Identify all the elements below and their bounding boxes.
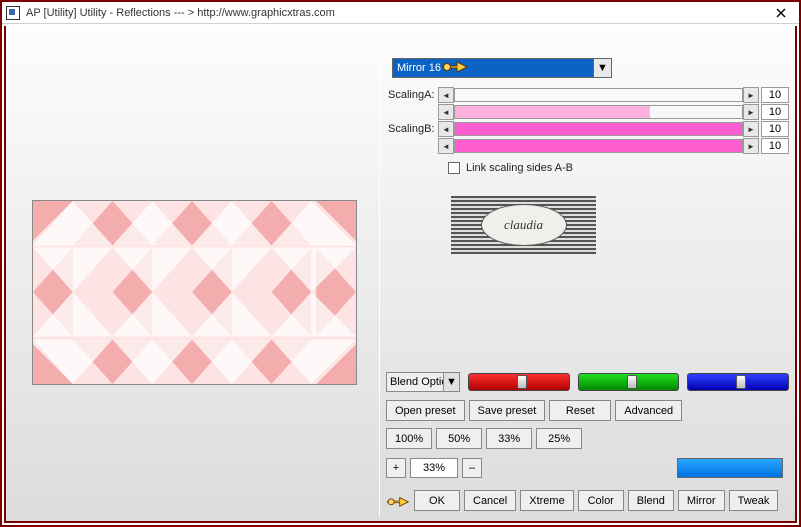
slider-thumb[interactable]: [627, 375, 637, 389]
scaling-a2-track[interactable]: [454, 105, 743, 119]
pointing-hand-icon: [441, 57, 469, 75]
app-icon: [6, 6, 20, 20]
scaling-b1-track[interactable]: [454, 122, 743, 136]
save-preset-button[interactable]: Save preset: [469, 400, 546, 421]
slider-thumb[interactable]: [517, 375, 527, 389]
tweak-button[interactable]: Tweak: [729, 490, 779, 511]
close-button[interactable]: [767, 4, 795, 22]
green-slider[interactable]: [578, 373, 680, 391]
branding-logo: claudia: [451, 196, 596, 254]
slider-left-arrow[interactable]: ◄: [438, 121, 454, 137]
color-button[interactable]: Color: [578, 490, 624, 511]
scaling-a2-value[interactable]: 10: [761, 104, 789, 120]
slider-left-arrow[interactable]: ◄: [438, 87, 454, 103]
window-frame: AP [Utility] Utility - Reflections --- >…: [0, 0, 801, 527]
red-slider[interactable]: [468, 373, 570, 391]
slider-right-arrow[interactable]: ►: [743, 87, 759, 103]
cancel-button[interactable]: Cancel: [464, 490, 516, 511]
advanced-button[interactable]: Advanced: [615, 400, 682, 421]
xtreme-button[interactable]: Xtreme: [520, 490, 573, 511]
left-pane: [10, 30, 380, 517]
scaling-b-label: ScalingB:: [386, 123, 438, 135]
scaling-a1-track[interactable]: [454, 88, 743, 102]
window-title: AP [Utility] Utility - Reflections --- >…: [26, 7, 767, 19]
reset-button[interactable]: Reset: [549, 400, 611, 421]
preview-image: [32, 200, 357, 385]
mode-dropdown[interactable]: Mirror 16 ▼: [392, 58, 612, 78]
slider-right-arrow[interactable]: ►: [743, 138, 759, 154]
slider-right-arrow[interactable]: ►: [743, 121, 759, 137]
link-scaling-label: Link scaling sides A-B: [466, 162, 573, 174]
open-preset-button[interactable]: Open preset: [386, 400, 465, 421]
blend-options-dropdown[interactable]: Blend Optio ▼: [386, 372, 460, 392]
zoom-25-button[interactable]: 25%: [536, 428, 582, 449]
mode-dropdown-value: Mirror 16: [397, 62, 441, 74]
scaling-b1-value[interactable]: 10: [761, 121, 789, 137]
slider-right-arrow[interactable]: ►: [743, 104, 759, 120]
blend-button[interactable]: Blend: [628, 490, 674, 511]
blue-slider[interactable]: [687, 373, 789, 391]
titlebar: AP [Utility] Utility - Reflections --- >…: [2, 2, 799, 24]
chevron-down-icon: ▼: [593, 59, 611, 77]
zoom-100-button[interactable]: 100%: [386, 428, 432, 449]
link-scaling-checkbox[interactable]: [448, 162, 460, 174]
zoom-plus-button[interactable]: +: [386, 458, 406, 478]
scaling-a-label: ScalingA:: [386, 89, 438, 101]
zoom-minus-button[interactable]: –: [462, 458, 482, 478]
slider-left-arrow[interactable]: ◄: [438, 138, 454, 154]
color-swatch[interactable]: [677, 458, 783, 478]
slider-thumb[interactable]: [736, 375, 746, 389]
zoom-50-button[interactable]: 50%: [436, 428, 482, 449]
zoom-33-button[interactable]: 33%: [486, 428, 532, 449]
pointing-hand-icon: [386, 492, 410, 510]
scaling-sliders: ScalingA: ◄ ► 10 ◄ ► 10 ScalingB: ◄: [386, 86, 789, 174]
chevron-down-icon: ▼: [443, 373, 459, 391]
logo-text: claudia: [481, 204, 567, 246]
zoom-value[interactable]: 33%: [410, 458, 458, 478]
scaling-b2-track[interactable]: [454, 139, 743, 153]
mirror-button[interactable]: Mirror: [678, 490, 725, 511]
scaling-a1-value[interactable]: 10: [761, 87, 789, 103]
scaling-b2-value[interactable]: 10: [761, 138, 789, 154]
ok-button[interactable]: OK: [414, 490, 460, 511]
right-pane: Mirror 16 ▼ ScalingA: ◄ ► 10 ◄: [386, 30, 789, 517]
client-area: Mirror 16 ▼ ScalingA: ◄ ► 10 ◄: [4, 26, 797, 523]
slider-left-arrow[interactable]: ◄: [438, 104, 454, 120]
